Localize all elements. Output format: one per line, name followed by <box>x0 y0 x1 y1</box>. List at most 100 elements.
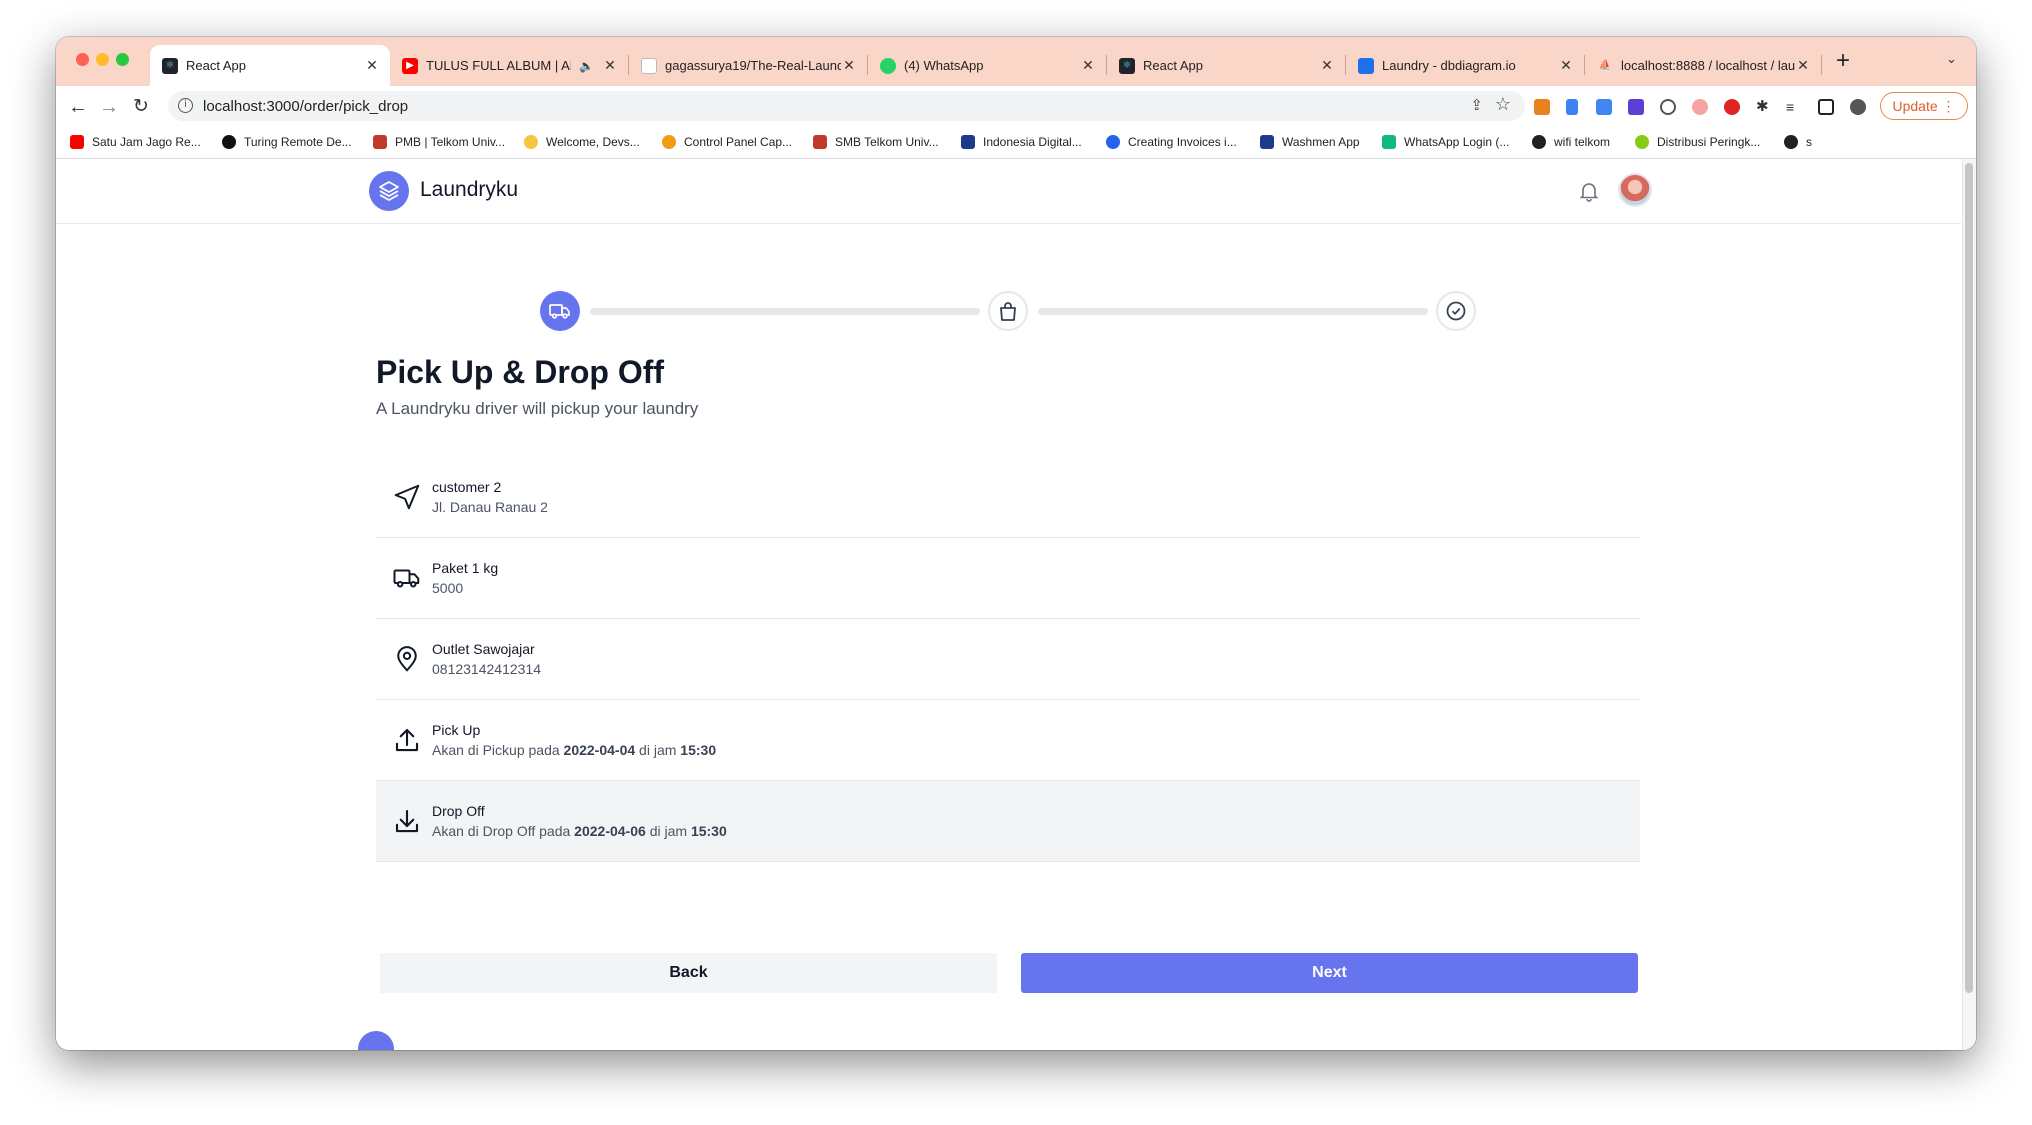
customer-address: Jl. Danau Ranau 2 <box>432 499 548 515</box>
close-tab-icon[interactable]: ✕ <box>1319 57 1335 74</box>
close-tab-icon[interactable]: ✕ <box>364 57 380 74</box>
browser-window: ⚛ React App ✕ ▶ TULUS FULL ALBUM | ALBUM… <box>56 37 1976 1050</box>
dropoff-row[interactable]: Drop Off Akan di Drop Off pada 2022-04-0… <box>376 781 1640 862</box>
wave-icon <box>524 135 538 149</box>
bookmark-item[interactable]: SMB Telkom Univ... <box>813 135 939 149</box>
close-tab-icon[interactable]: ✕ <box>1558 57 1574 74</box>
back-arrow-icon[interactable]: ← <box>65 94 91 120</box>
tab-title: React App <box>1143 58 1203 73</box>
tab-whatsapp[interactable]: (4) WhatsApp ✕ <box>868 45 1106 86</box>
bookmark-item[interactable]: wifi telkom <box>1532 135 1610 149</box>
bitwarden-extension-icon[interactable] <box>1566 99 1578 115</box>
new-tab-button[interactable]: + <box>1836 47 1850 75</box>
puzzle-extensions-icon[interactable]: ✱ <box>1756 99 1772 115</box>
youtube-icon <box>70 135 84 149</box>
customer-row[interactable]: customer 2 Jl. Danau Ranau 2 <box>376 457 1640 538</box>
bookmark-label: s <box>1806 135 1812 149</box>
address-bar[interactable]: i localhost:3000/order/pick_drop ⇪ ☆ <box>168 91 1525 121</box>
next-button[interactable]: Next <box>1021 953 1638 993</box>
block-extension-icon[interactable] <box>1660 99 1676 115</box>
brand-name[interactable]: Laundryku <box>420 178 518 202</box>
scrollbar-thumb[interactable] <box>1965 163 1973 993</box>
bookmark-item[interactable]: Control Panel Cap... <box>662 135 792 149</box>
close-tab-icon[interactable]: ✕ <box>1080 57 1096 74</box>
package-row[interactable]: Paket 1 kg 5000 <box>376 538 1640 619</box>
bookmark-item[interactable]: WhatsApp Login (... <box>1382 135 1509 149</box>
update-button[interactable]: Update ⋮ <box>1880 92 1968 120</box>
bookmark-star-icon[interactable]: ☆ <box>1495 94 1511 115</box>
reading-list-icon[interactable]: ≡ <box>1786 99 1802 115</box>
idt-icon <box>961 135 975 149</box>
extension-icon[interactable] <box>1692 99 1708 115</box>
pickup-row[interactable]: Pick Up Akan di Pickup pada 2022-04-04 d… <box>376 700 1640 781</box>
close-tab-icon[interactable]: ✕ <box>602 57 618 74</box>
browser-toolbar: ← → ↻ i localhost:3000/order/pick_drop ⇪… <box>56 86 1976 128</box>
share-icon[interactable]: ⇪ <box>1470 96 1483 114</box>
metamask-extension-icon[interactable] <box>1534 99 1550 115</box>
chevron-down-icon[interactable]: ⌄ <box>1946 51 1957 67</box>
extension-badge-icon[interactable] <box>1628 99 1644 115</box>
tab-youtube[interactable]: ▶ TULUS FULL ALBUM | ALBUM 🔈 ✕ <box>390 45 628 86</box>
audio-playing-icon[interactable]: 🔈 <box>579 59 594 73</box>
outlet-row[interactable]: Outlet Sawojajar 08123142412314 <box>376 619 1640 700</box>
page-scrollbar[interactable] <box>1962 159 1976 1050</box>
truck-icon <box>393 569 420 588</box>
translate-extension-icon[interactable] <box>1596 99 1612 115</box>
bookmark-item[interactable]: s <box>1784 135 1812 149</box>
dropoff-title: Drop Off <box>432 803 485 819</box>
tab-title: Laundry - dbdiagram.io <box>1382 58 1516 73</box>
shopping-bag-icon <box>1000 302 1016 321</box>
tab-react-app[interactable]: ⚛ React App ✕ <box>1107 45 1345 86</box>
close-tab-icon[interactable]: ✕ <box>1795 57 1811 74</box>
dropoff-prefix: Akan di Drop Off pada <box>432 823 571 839</box>
tab-phpmyadmin[interactable]: ⛵ localhost:8888 / localhost / laundry ✕ <box>1585 45 1821 86</box>
order-details-list: customer 2 Jl. Danau Ranau 2 Paket 1 kg … <box>376 457 1640 862</box>
dbdiagram-icon <box>1358 57 1374 74</box>
bookmark-item[interactable]: Welcome, Devs... <box>524 135 640 149</box>
back-button[interactable]: Back <box>380 953 997 993</box>
tab-dbdiagram[interactable]: Laundry - dbdiagram.io ✕ <box>1346 45 1584 86</box>
tab-react-app-active[interactable]: ⚛ React App ✕ <box>150 45 390 86</box>
bookmark-label: Welcome, Devs... <box>546 135 640 149</box>
url-text[interactable]: localhost:3000/order/pick_drop <box>203 98 408 115</box>
bookmark-label: Creating Invoices i... <box>1128 135 1237 149</box>
bell-icon[interactable] <box>1577 179 1601 203</box>
adblock-extension-icon[interactable] <box>1724 99 1740 115</box>
pickup-title: Pick Up <box>432 722 481 738</box>
bookmark-item[interactable]: Turing Remote De... <box>222 135 352 149</box>
pickup-time-label: di jam <box>639 742 677 758</box>
youtube-icon: ▶ <box>402 57 418 74</box>
navigation-arrow-icon <box>394 484 420 510</box>
bookmark-item[interactable]: Satu Jam Jago Re... <box>70 135 201 149</box>
telkom-icon <box>373 135 387 149</box>
package-name: Paket 1 kg <box>432 560 499 576</box>
bookmark-favicon <box>1635 135 1649 149</box>
pickup-date: 2022-04-04 <box>563 742 636 758</box>
cpanel-icon <box>662 135 676 149</box>
stepper-step-pickup <box>540 291 580 331</box>
maximize-window-button[interactable] <box>116 53 129 66</box>
bookmark-label: WhatsApp Login (... <box>1404 135 1510 149</box>
check-badge-icon <box>1446 301 1466 321</box>
turing-icon <box>222 135 236 149</box>
outlet-phone: 08123142412314 <box>432 661 542 677</box>
side-panel-icon[interactable] <box>1818 99 1834 115</box>
bookmark-item[interactable]: Distribusi Peringk... <box>1635 135 1760 149</box>
bookmark-item[interactable]: PMB | Telkom Univ... <box>373 135 505 149</box>
close-window-button[interactable] <box>76 53 89 66</box>
site-info-icon[interactable]: i <box>178 98 193 113</box>
reload-icon[interactable]: ↻ <box>128 94 154 120</box>
bookmark-item[interactable]: Washmen App <box>1260 135 1360 149</box>
outlet-name: Outlet Sawojajar <box>432 641 535 657</box>
bookmark-item[interactable]: Indonesia Digital... <box>961 135 1082 149</box>
map-pin-icon <box>397 646 417 672</box>
close-tab-icon[interactable]: ✕ <box>841 57 857 74</box>
minimize-window-button[interactable] <box>96 53 109 66</box>
user-avatar[interactable] <box>1618 173 1652 207</box>
layers-logo-icon[interactable] <box>369 171 409 211</box>
tab-github[interactable]: gagassurya19/The-Real-Laundry ✕ <box>629 45 867 86</box>
profile-avatar[interactable] <box>1850 99 1866 115</box>
bookmark-item[interactable]: Creating Invoices i... <box>1106 135 1237 149</box>
pickup-time: 15:30 <box>680 742 717 758</box>
forward-arrow-icon[interactable]: → <box>96 94 122 120</box>
